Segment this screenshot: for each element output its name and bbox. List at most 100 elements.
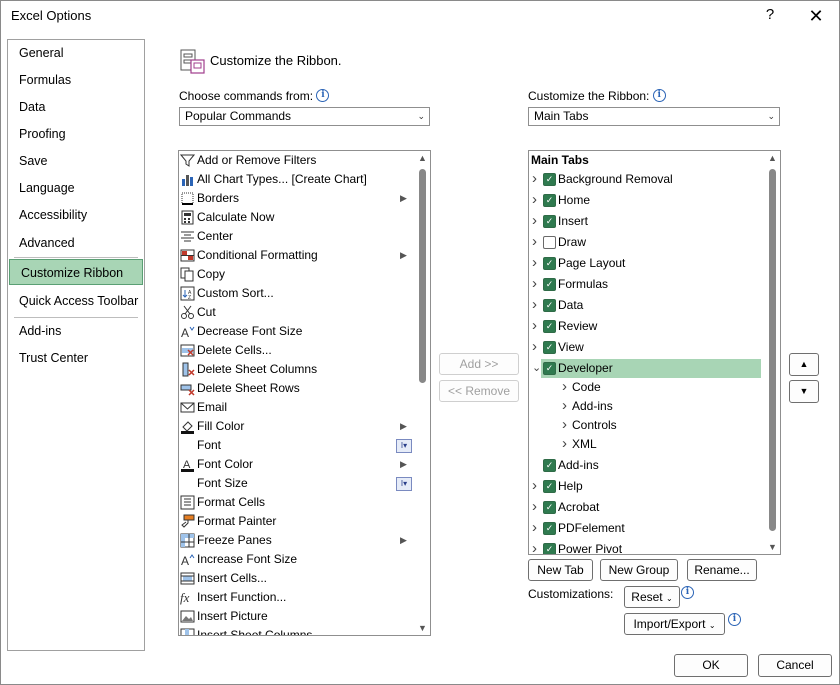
nav-item-save[interactable]: Save (8, 148, 144, 174)
tab-checkbox[interactable]: ✓ (543, 341, 556, 354)
move-down-button[interactable]: ▼ (789, 380, 819, 403)
tree-item[interactable]: › ✓ Insert (529, 212, 765, 231)
cancel-button[interactable]: Cancel (758, 654, 832, 677)
nav-item-accessibility[interactable]: Accessibility (8, 202, 144, 228)
tab-checkbox[interactable]: ✓ (543, 459, 556, 472)
add-button[interactable]: Add >> (439, 353, 519, 375)
chevron-down-icon[interactable]: ⌄ (532, 359, 541, 378)
tab-checkbox[interactable]: ✓ (543, 522, 556, 535)
tree-item[interactable]: › ✓ Acrobat (529, 498, 765, 517)
list-item[interactable]: Add or Remove Filters (179, 151, 415, 170)
list-item[interactable]: Delete Sheet Columns (179, 360, 415, 379)
info-icon[interactable]: i (728, 613, 741, 626)
tree-item[interactable]: › Code (529, 378, 765, 397)
tree-item[interactable]: › Add-ins (529, 397, 765, 416)
tab-checkbox[interactable]: ✓ (543, 194, 556, 207)
chevron-right-icon[interactable]: › (532, 211, 537, 230)
scroll-down-icon[interactable]: ▼ (768, 542, 777, 552)
scroll-up-icon[interactable]: ▲ (768, 153, 777, 163)
list-item[interactable]: Conditional Formatting ▶ (179, 246, 415, 265)
import-export-button[interactable]: Import/Export ⌄ (624, 613, 725, 635)
commands-scrollbar[interactable]: ▲ ▼ (415, 151, 430, 635)
move-up-button[interactable]: ▲ (789, 353, 819, 376)
tree-item[interactable]: › ✓ PDFelement (529, 519, 765, 538)
list-item[interactable]: Center (179, 227, 415, 246)
nav-item-advanced[interactable]: Advanced (8, 230, 144, 256)
tree-item[interactable]: › ✓ Home (529, 191, 765, 210)
list-item[interactable]: Copy (179, 265, 415, 284)
ribbon-tree[interactable]: Main Tabs › ✓ Background Removal › ✓ Home › ✓ In… (528, 150, 781, 555)
list-item[interactable]: Delete Sheet Rows (179, 379, 415, 398)
reset-button[interactable]: Reset ⌄ (624, 586, 680, 608)
list-item[interactable]: Font I▾ (179, 436, 415, 455)
close-icon[interactable]: ✕ (805, 5, 827, 27)
new-tab-button[interactable]: New Tab (528, 559, 593, 581)
tree-item[interactable]: ✓ Add-ins (529, 456, 765, 475)
chevron-right-icon[interactable]: › (532, 253, 537, 272)
tree-item[interactable]: › ✓ View (529, 338, 765, 357)
chevron-right-icon[interactable]: › (562, 396, 567, 415)
list-item[interactable]: Insert Sheet Columns (179, 626, 415, 635)
nav-item-quick-access-toolbar[interactable]: Quick Access Toolbar (8, 288, 144, 314)
tab-checkbox[interactable]: ✓ (543, 299, 556, 312)
tab-checkbox[interactable]: ✓ (543, 215, 556, 228)
list-item[interactable]: Fill Color ▶ (179, 417, 415, 436)
tab-checkbox[interactable]: ✓ (543, 257, 556, 270)
chevron-right-icon[interactable]: › (532, 232, 537, 251)
list-item[interactable]: Delete Cells... (179, 341, 415, 360)
tab-checkbox[interactable]: ✓ (543, 362, 556, 375)
info-icon[interactable]: i (652, 89, 666, 102)
info-icon[interactable]: i (681, 586, 694, 599)
ok-button[interactable]: OK (674, 654, 748, 677)
list-item[interactable]: A Font Color ▶ (179, 455, 415, 474)
chevron-right-icon[interactable]: › (562, 377, 567, 396)
tab-checkbox[interactable]: ✓ (543, 543, 556, 554)
list-item[interactable]: A Increase Font Size (179, 550, 415, 569)
tab-checkbox[interactable]: ✓ (543, 320, 556, 333)
choose-commands-dropdown[interactable]: Popular Commands ⌄ (179, 107, 430, 126)
tree-item[interactable]: › ✓ Background Removal (529, 170, 765, 189)
chevron-right-icon[interactable]: › (532, 316, 537, 335)
list-item[interactable]: Font Size I▾ (179, 474, 415, 493)
list-item[interactable]: Format Cells (179, 493, 415, 512)
tab-checkbox[interactable]: ✓ (543, 480, 556, 493)
scroll-thumb[interactable] (769, 169, 776, 531)
nav-item-general[interactable]: General (8, 40, 144, 66)
tree-item[interactable]: › ✓ Formulas (529, 275, 765, 294)
chevron-right-icon[interactable]: › (532, 274, 537, 293)
nav-item-trust-center[interactable]: Trust Center (8, 345, 144, 371)
chevron-right-icon[interactable]: › (532, 190, 537, 209)
list-item[interactable]: Format Painter (179, 512, 415, 531)
new-group-button[interactable]: New Group (600, 559, 678, 581)
tree-item[interactable]: ⌄ ✓ Developer (529, 359, 765, 378)
tree-item[interactable]: › ✓ Power Pivot (529, 540, 765, 554)
nav-item-language[interactable]: Language (8, 175, 144, 201)
info-icon[interactable]: i (316, 89, 330, 102)
tab-checkbox[interactable]: ✓ (543, 501, 556, 514)
nav-item-data[interactable]: Data (8, 94, 144, 120)
list-item[interactable]: Freeze Panes ▶ (179, 531, 415, 550)
list-item[interactable]: Insert Picture (179, 607, 415, 626)
chevron-right-icon[interactable]: › (532, 169, 537, 188)
nav-item-formulas[interactable]: Formulas (8, 67, 144, 93)
nav-item-proofing[interactable]: Proofing (8, 121, 144, 147)
tree-item[interactable]: › ✓ Page Layout (529, 254, 765, 273)
nav-item-add-ins[interactable]: Add-ins (8, 318, 144, 344)
list-item[interactable]: fx Insert Function... (179, 588, 415, 607)
commands-list[interactable]: Add or Remove Filters All Chart Types... … (178, 150, 431, 636)
chevron-right-icon[interactable]: › (532, 497, 537, 516)
tree-item[interactable]: › ✓ Data (529, 296, 765, 315)
list-item[interactable]: Cut (179, 303, 415, 322)
list-item[interactable]: A Z Custom Sort... (179, 284, 415, 303)
scroll-up-icon[interactable]: ▲ (418, 153, 427, 163)
chevron-right-icon[interactable]: › (562, 434, 567, 453)
list-item[interactable]: Borders ▶ (179, 189, 415, 208)
scroll-down-icon[interactable]: ▼ (418, 623, 427, 633)
list-item[interactable]: Calculate Now (179, 208, 415, 227)
chevron-right-icon[interactable]: › (532, 337, 537, 356)
tree-item[interactable]: › XML (529, 435, 765, 454)
tab-checkbox[interactable]: ✓ (543, 173, 556, 186)
chevron-right-icon[interactable]: › (532, 476, 537, 495)
tree-item[interactable]: › Draw (529, 233, 765, 252)
chevron-right-icon[interactable]: › (562, 415, 567, 434)
